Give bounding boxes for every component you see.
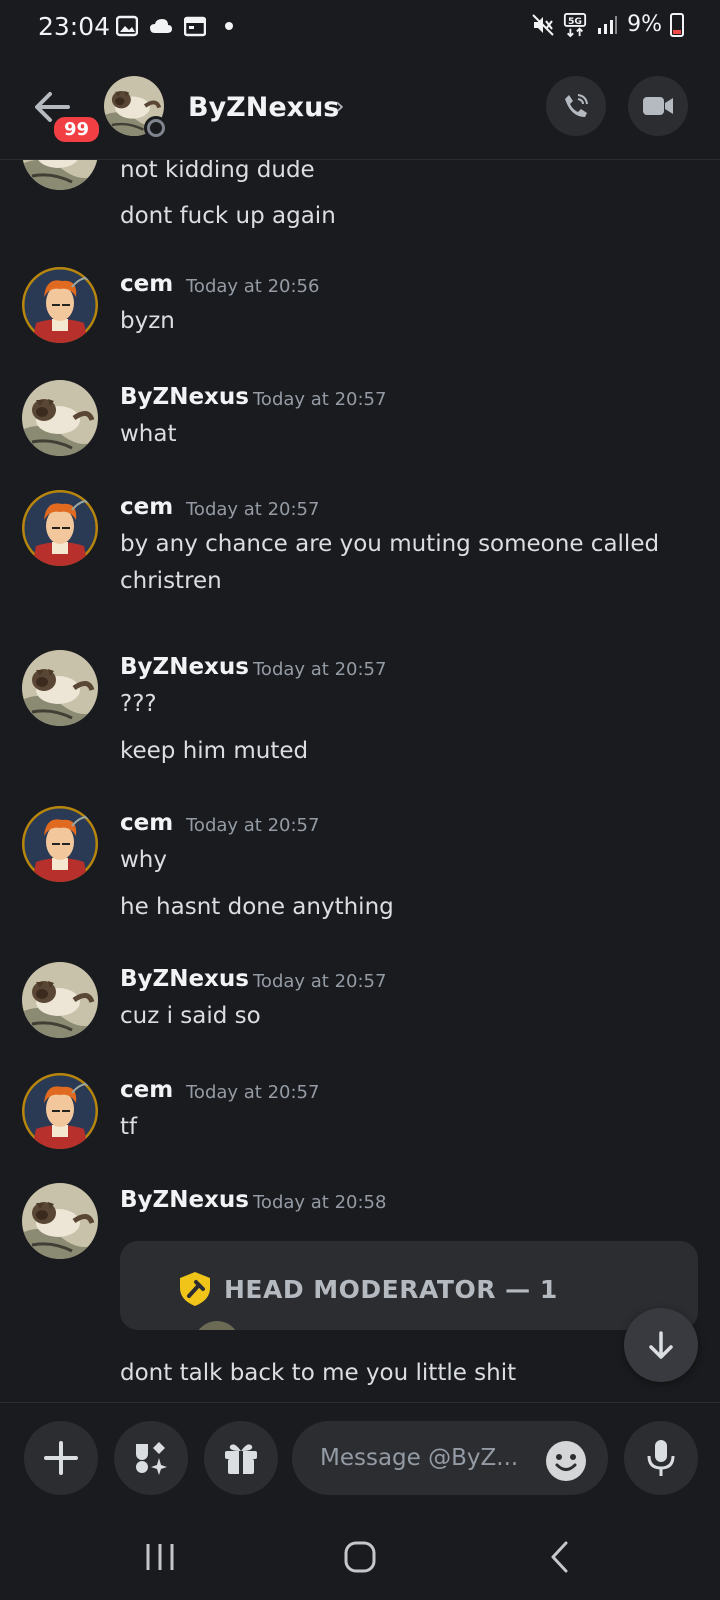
recents-icon (146, 1544, 174, 1570)
message-author[interactable]: ByZNexus (120, 384, 249, 410)
message-text: he hasnt done anything (120, 894, 394, 920)
network-5g-label: 5G (568, 16, 582, 27)
phone-call-icon (565, 94, 588, 117)
message-author[interactable]: ByZNexus (120, 1187, 249, 1213)
jump-to-latest-button[interactable] (624, 1308, 698, 1382)
message-timestamp: Today at 20:57 (253, 389, 387, 410)
image-attachment[interactable]: HEAD MODERATOR — 1 (120, 1241, 698, 1330)
voice-message-button[interactable] (624, 1421, 698, 1495)
battery-icon (670, 12, 684, 37)
message-timestamp: Today at 20:57 (186, 815, 320, 836)
add-attachment-button[interactable] (24, 1421, 98, 1495)
message-text: ??? (120, 691, 157, 717)
network-5g-icon: 5G (563, 12, 587, 37)
avatar[interactable] (22, 806, 98, 882)
offline-status-icon (144, 116, 168, 140)
message-text: not kidding dude (120, 160, 315, 183)
message-text: tf (120, 1114, 138, 1140)
message-timestamp: Today at 20:57 (253, 659, 387, 680)
message-composer (0, 1402, 720, 1512)
message-text: why (120, 847, 167, 873)
arrow-down-icon (649, 1331, 673, 1359)
avatar[interactable] (22, 267, 98, 343)
voice-call-button[interactable] (546, 76, 606, 136)
signal-icon (595, 13, 619, 37)
message-author[interactable]: ByZNexus (120, 654, 249, 680)
microphone-icon (647, 1440, 675, 1476)
video-camera-icon (643, 97, 673, 115)
message-text: what (120, 421, 177, 447)
message-author[interactable]: cem (120, 271, 173, 297)
message-list[interactable]: not kidding dude dont fuck up again cem … (0, 160, 720, 1402)
mute-icon (531, 13, 555, 37)
dot-icon (217, 14, 241, 38)
message-author[interactable]: cem (120, 494, 173, 520)
message-text: byzn (120, 308, 175, 334)
gift-icon (225, 1444, 257, 1474)
message-text: cuz i said so (120, 1003, 261, 1029)
message-text: by any chance are you muting someone cal… (120, 531, 660, 594)
gallery-icon (115, 14, 139, 38)
message-text: dont fuck up again (120, 203, 336, 229)
message-text: keep him muted (120, 738, 309, 764)
gift-button[interactable] (204, 1421, 278, 1495)
message-author[interactable]: ByZNexus (120, 966, 249, 992)
back-chevron-icon (551, 1541, 568, 1573)
avatar[interactable] (22, 160, 98, 190)
avatar[interactable] (22, 1183, 98, 1259)
system-nav-bar (0, 1512, 720, 1600)
calendar-icon (183, 14, 207, 38)
recents-button[interactable] (130, 1532, 190, 1582)
shield-hammer-icon (178, 1271, 212, 1307)
status-time: 23:04 (38, 12, 111, 41)
apps-icon (136, 1442, 167, 1475)
home-icon (344, 1541, 376, 1573)
contact-name[interactable]: ByZNexus (188, 92, 339, 123)
message-author[interactable]: cem (120, 1077, 173, 1103)
chat-header: 99 ByZNexus › (0, 56, 720, 160)
message-timestamp: Today at 20:57 (186, 1082, 320, 1103)
message-text: dont talk back to me you little shit (120, 1360, 517, 1386)
emoji-button[interactable] (546, 1441, 586, 1481)
message-timestamp: Today at 20:57 (186, 499, 320, 520)
video-call-button[interactable] (628, 76, 688, 136)
plus-icon (44, 1441, 78, 1475)
avatar (194, 1321, 240, 1330)
avatar[interactable] (22, 1073, 98, 1149)
apps-button[interactable] (114, 1421, 188, 1495)
battery-percent: 9% (627, 12, 662, 37)
message-timestamp: Today at 20:56 (186, 276, 320, 297)
message-timestamp: Today at 20:58 (253, 1192, 387, 1213)
role-header-text: HEAD MODERATOR — 1 (224, 1275, 558, 1304)
avatar[interactable] (22, 490, 98, 566)
home-button[interactable] (330, 1532, 390, 1582)
emoji-icon (547, 1442, 585, 1480)
cloud-icon (149, 14, 173, 38)
message-timestamp: Today at 20:57 (253, 971, 387, 992)
avatar[interactable] (22, 380, 98, 456)
chevron-right-icon[interactable]: › (335, 92, 345, 120)
unread-badge: 99 (51, 114, 103, 145)
status-bar: 23:04 5G 9% (0, 0, 720, 56)
avatar[interactable] (22, 650, 98, 726)
message-author[interactable]: cem (120, 810, 173, 836)
avatar[interactable] (22, 962, 98, 1038)
system-back-button[interactable] (530, 1532, 590, 1582)
